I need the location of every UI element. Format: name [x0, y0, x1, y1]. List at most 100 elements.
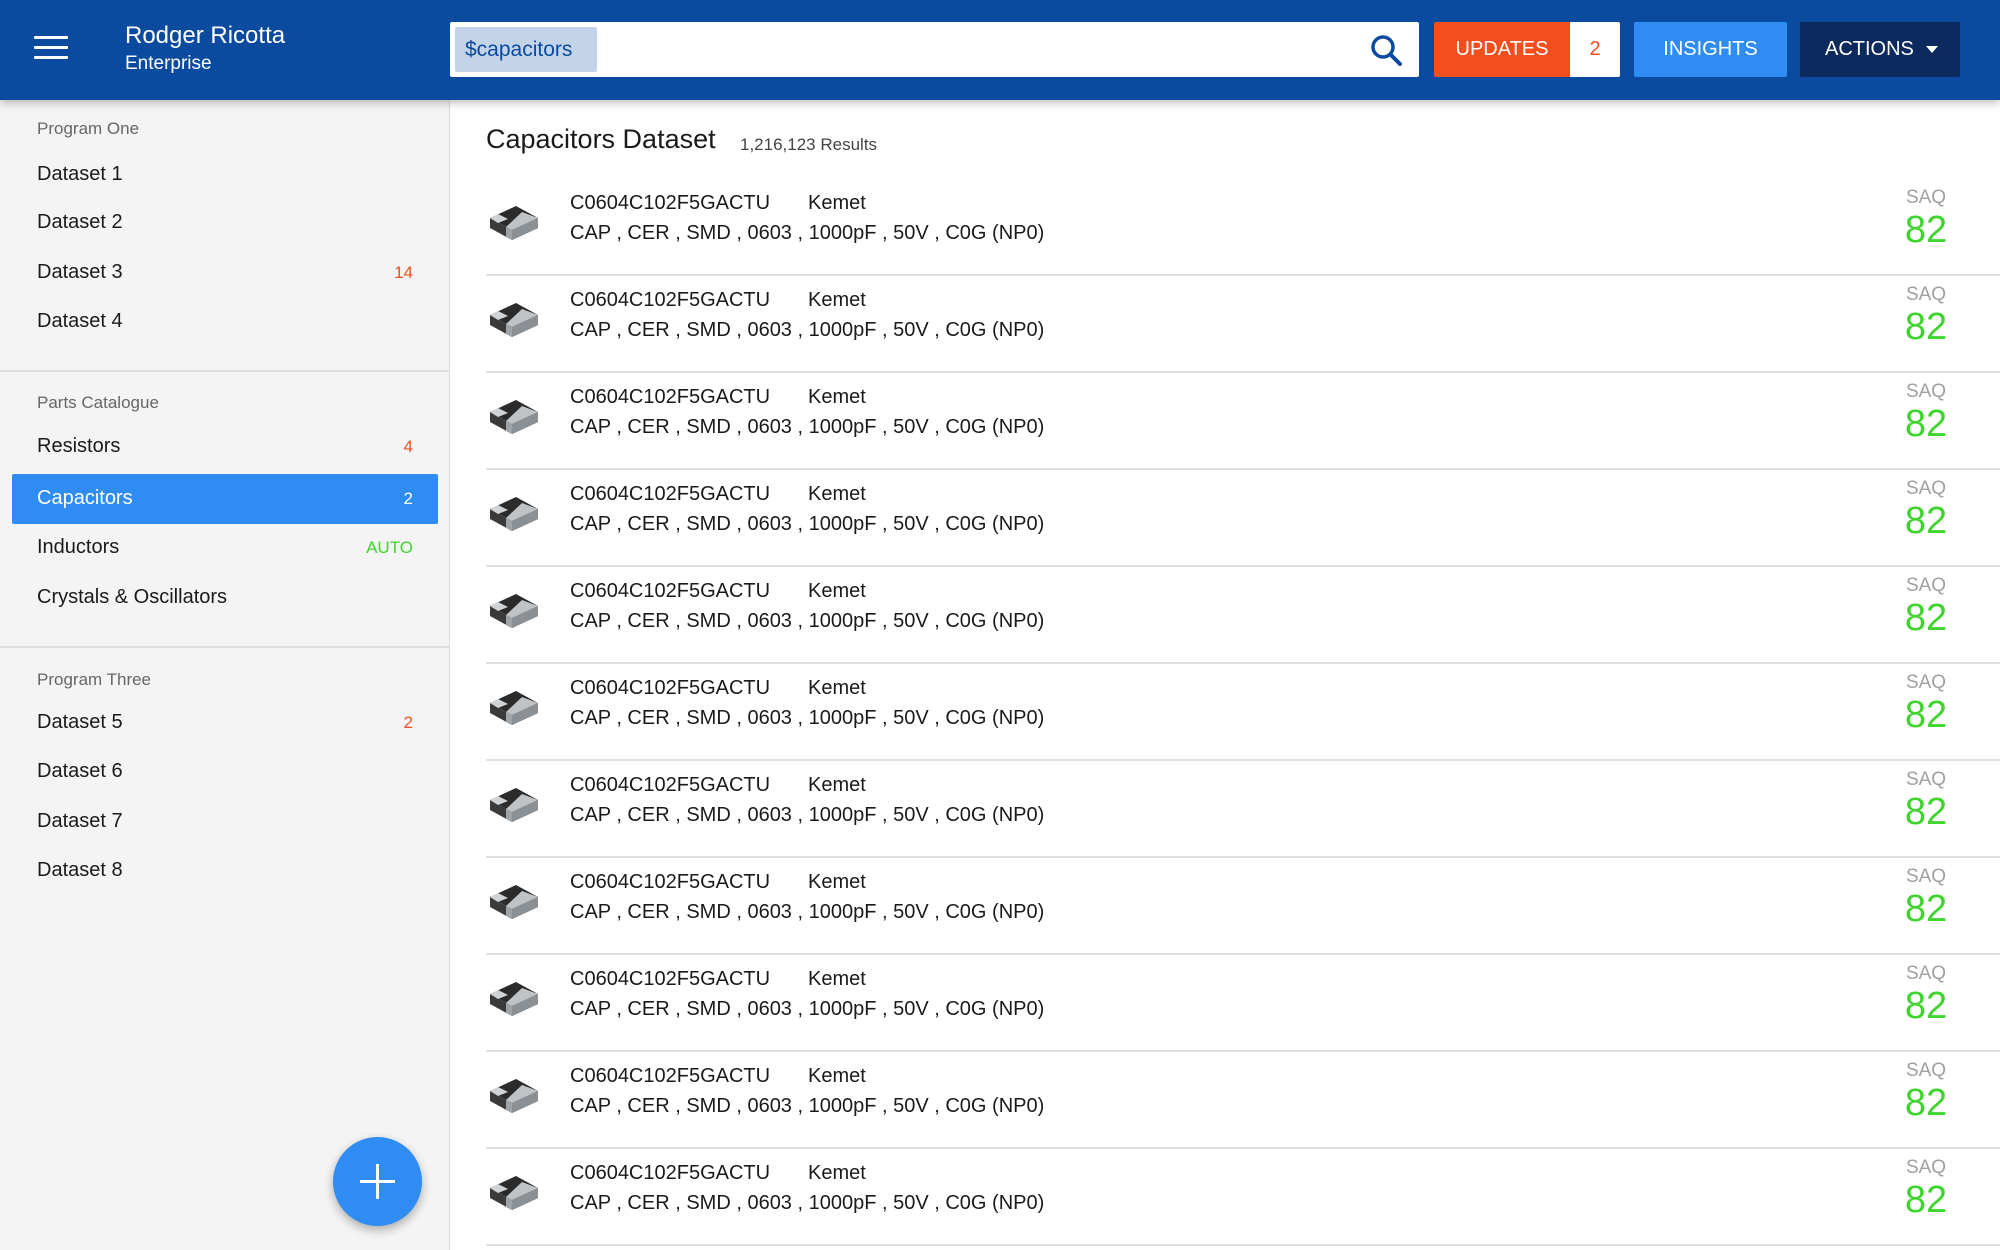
sidebar-item-label: Dataset 4	[37, 310, 123, 332]
saq-score: 82	[1904, 306, 1948, 348]
sidebar-item-dataset-7[interactable]: Dataset 7	[12, 797, 438, 847]
sidebar-item-dataset-3[interactable]: Dataset 3 14	[12, 248, 438, 298]
auto-badge: AUTO	[366, 538, 413, 557]
sidebar-item-inductors[interactable]: Inductors AUTO	[12, 523, 438, 573]
part-number: C0604C102F5GACTU	[570, 1162, 771, 1184]
manufacturer: Kemet	[808, 774, 866, 796]
part-number: C0604C102F5GACTU	[570, 1065, 771, 1087]
count-badge: 14	[394, 263, 413, 282]
manufacturer: Kemet	[808, 871, 866, 893]
sidebar-item-dataset-2[interactable]: Dataset 2	[12, 198, 438, 248]
list-item[interactable]: C0604C102F5GACTU Kemet CAP , CER , SMD , 0…	[486, 761, 2000, 858]
insights-button[interactable]: INSIGHTS	[1634, 22, 1787, 77]
sidebar-item-resistors[interactable]: Resistors 4	[12, 422, 438, 472]
capacitor-chip-icon	[486, 196, 542, 246]
part-specs: CAP , CER , SMD , 0603 , 1000pF , 50V , …	[570, 707, 1045, 729]
saq-label: SAQ	[1905, 381, 1947, 402]
search-token-chip[interactable]: $capacitors	[455, 27, 597, 72]
part-specs: CAP , CER , SMD , 0603 , 1000pF , 50V , …	[570, 610, 1045, 632]
count-badge: 2	[403, 489, 413, 508]
section-title-program-one: Program One	[37, 119, 140, 138]
saq-score: 82	[1904, 1082, 1948, 1124]
part-number: C0604C102F5GACTU	[570, 677, 771, 699]
sidebar-item-label: Dataset 7	[37, 810, 123, 832]
list-item[interactable]: C0604C102F5GACTU Kemet CAP , CER , SMD , 0…	[486, 664, 2000, 761]
results-panel: Capacitors Dataset 1,216,123 Results C06…	[452, 100, 2000, 1250]
add-fab-button[interactable]	[333, 1137, 422, 1226]
manufacturer: Kemet	[808, 289, 866, 311]
top-app-bar: Rodger Ricotta Enterprise $capacitors UP…	[0, 0, 2000, 100]
sidebar-item-dataset-4[interactable]: Dataset 4	[12, 297, 438, 347]
actions-dropdown-button[interactable]: ACTIONS	[1800, 22, 1960, 77]
capacitor-chip-icon	[486, 875, 542, 925]
list-item[interactable]: C0604C102F5GACTU Kemet CAP , CER , SMD , 0…	[486, 470, 2000, 567]
manufacturer: Kemet	[808, 968, 866, 990]
capacitor-chip-icon	[486, 681, 542, 731]
count-badge: 4	[403, 437, 413, 456]
search-bar: $capacitors	[450, 22, 1419, 77]
updates-button[interactable]: UPDATES	[1434, 22, 1570, 77]
part-number: C0604C102F5GACTU	[570, 774, 771, 796]
part-specs: CAP , CER , SMD , 0603 , 1000pF , 50V , …	[570, 998, 1045, 1020]
list-item[interactable]: C0604C102F5GACTU Kemet CAP , CER , SMD , 0…	[486, 1052, 2000, 1149]
user-name: Rodger Ricotta	[125, 22, 286, 49]
caret-down-icon	[1926, 46, 1938, 53]
sidebar-item-label: Dataset 8	[37, 859, 123, 881]
saq-score: 82	[1904, 500, 1948, 542]
sidebar-item-label: Resistors	[37, 435, 121, 457]
sidebar-item-label: Dataset 2	[37, 211, 123, 233]
section-title-program-three: Program Three	[37, 670, 152, 689]
hamburger-menu-icon[interactable]	[34, 36, 68, 62]
section-divider	[0, 646, 450, 648]
list-item[interactable]: C0604C102F5GACTU Kemet CAP , CER , SMD , 0…	[486, 1149, 2000, 1246]
part-specs: CAP , CER , SMD , 0603 , 1000pF , 50V , …	[570, 416, 1045, 438]
sidebar-item-label: Dataset 6	[37, 760, 123, 782]
saq-score: 82	[1904, 985, 1948, 1027]
part-number: C0604C102F5GACTU	[570, 968, 771, 990]
saq-label: SAQ	[1905, 575, 1947, 596]
saq-label: SAQ	[1905, 1157, 1947, 1178]
sidebar-item-capacitors[interactable]: Capacitors 2	[12, 474, 438, 524]
saq-label: SAQ	[1905, 187, 1947, 208]
list-item[interactable]: C0604C102F5GACTU Kemet CAP , CER , SMD , 0…	[486, 276, 2000, 373]
sidebar-item-label: Crystals & Oscillators	[37, 586, 228, 608]
list-item[interactable]: C0604C102F5GACTU Kemet CAP , CER , SMD , 0…	[486, 858, 2000, 955]
sidebar-item-label: Dataset 3	[37, 261, 123, 283]
manufacturer: Kemet	[808, 1065, 866, 1087]
sidebar-item-label: Dataset 5	[37, 711, 123, 733]
saq-label: SAQ	[1905, 284, 1947, 305]
sidebar-item-label: Inductors	[37, 536, 120, 558]
list-item[interactable]: C0604C102F5GACTU Kemet CAP , CER , SMD , 0…	[486, 179, 2000, 276]
list-item[interactable]: C0604C102F5GACTU Kemet CAP , CER , SMD , 0…	[486, 567, 2000, 664]
plus-icon	[360, 1164, 395, 1199]
search-input[interactable]	[605, 27, 1345, 72]
saq-score: 82	[1904, 888, 1948, 930]
part-specs: CAP , CER , SMD , 0603 , 1000pF , 50V , …	[570, 901, 1045, 923]
page-title: Capacitors Dataset	[486, 124, 716, 154]
saq-label: SAQ	[1905, 478, 1947, 499]
sidebar-item-label: Dataset 1	[37, 163, 123, 185]
capacitor-chip-icon	[486, 390, 542, 440]
saq-score: 82	[1904, 209, 1948, 251]
search-icon[interactable]	[1369, 33, 1403, 67]
user-organization: Enterprise	[125, 53, 212, 74]
manufacturer: Kemet	[808, 677, 866, 699]
saq-label: SAQ	[1905, 963, 1947, 984]
saq-label: SAQ	[1905, 769, 1947, 790]
section-title-parts-catalogue: Parts Catalogue	[37, 393, 159, 412]
sidebar-item-dataset-5[interactable]: Dataset 5 2	[12, 698, 438, 748]
sidebar-item-label: Capacitors	[37, 487, 133, 509]
manufacturer: Kemet	[808, 483, 866, 505]
sidebar-nav: Program One Dataset 1 Dataset 2 Dataset …	[0, 100, 450, 1250]
part-number: C0604C102F5GACTU	[570, 289, 771, 311]
manufacturer: Kemet	[808, 580, 866, 602]
sidebar-item-crystals-oscillators[interactable]: Crystals & Oscillators	[12, 573, 438, 623]
updates-count-badge[interactable]: 2	[1570, 22, 1620, 77]
list-item[interactable]: C0604C102F5GACTU Kemet CAP , CER , SMD , 0…	[486, 373, 2000, 470]
list-item[interactable]: C0604C102F5GACTU Kemet CAP , CER , SMD , 0…	[486, 955, 2000, 1052]
sidebar-item-dataset-6[interactable]: Dataset 6	[12, 747, 438, 797]
sidebar-item-dataset-8[interactable]: Dataset 8	[12, 846, 438, 896]
sidebar-item-dataset-1[interactable]: Dataset 1	[12, 150, 438, 200]
saq-label: SAQ	[1905, 672, 1947, 693]
part-specs: CAP , CER , SMD , 0603 , 1000pF , 50V , …	[570, 1192, 1045, 1214]
